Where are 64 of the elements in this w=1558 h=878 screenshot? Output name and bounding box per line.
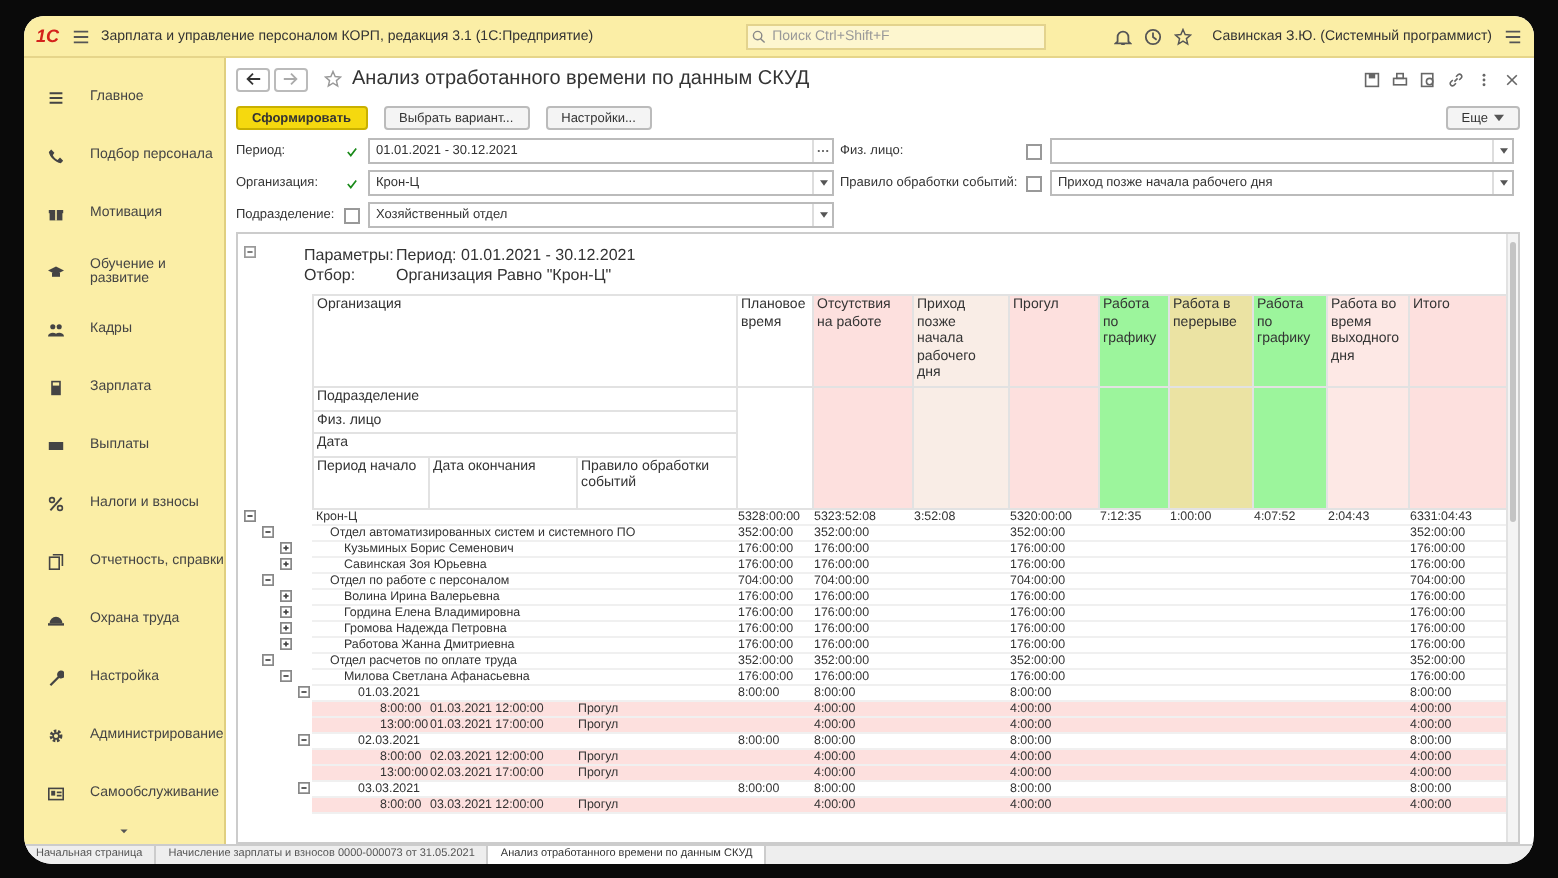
expand-icon[interactable] [280, 558, 292, 570]
collapse-icon[interactable] [262, 574, 274, 586]
arrow-left-icon [244, 70, 262, 88]
collapse-icon[interactable] [244, 510, 256, 522]
parameter-label: Параметры: [304, 246, 396, 266]
parameter-value: Организация Равно "Крон-Ц" [396, 266, 612, 286]
expand-icon[interactable] [280, 542, 292, 554]
graduation-cap-icon [48, 263, 64, 279]
people-icon [48, 321, 64, 337]
collapse-icon[interactable] [244, 246, 256, 258]
dropdown-button[interactable] [1492, 172, 1512, 194]
parameter-value: Период: 01.01.2021 - 30.12.2021 [396, 246, 636, 266]
star-icon[interactable] [324, 70, 342, 88]
calculator-icon [48, 379, 64, 395]
form-title: Анализ отработанного времени по данным СКУД [352, 68, 812, 90]
checkbox[interactable] [1026, 175, 1042, 191]
menu-icon[interactable] [1504, 27, 1522, 45]
expand-icon[interactable] [280, 606, 292, 618]
gear-icon [48, 727, 64, 743]
bell-icon[interactable] [1114, 27, 1133, 45]
parameter-label: Отбор: [304, 266, 358, 286]
percent-icon [48, 495, 64, 511]
expand-icon[interactable] [280, 638, 292, 650]
expand-icon[interactable] [280, 622, 292, 634]
collapse-icon[interactable] [298, 734, 310, 746]
dropdown-button[interactable] [812, 204, 832, 226]
caret-icon [819, 180, 827, 186]
dropdown-button[interactable] [812, 172, 832, 194]
gift-icon [48, 205, 64, 221]
arrow-right-icon [282, 70, 300, 88]
dropdown-button[interactable] [1492, 140, 1512, 162]
phone-icon [48, 147, 64, 163]
documents-icon [48, 553, 64, 569]
collapse-icon[interactable] [298, 782, 310, 794]
save-icon[interactable] [1364, 71, 1380, 87]
logo: 1С [36, 26, 60, 46]
expand-icon[interactable] [280, 590, 292, 602]
collapse-icon[interactable] [262, 526, 274, 538]
checkbox[interactable] [1026, 143, 1042, 159]
collapse-icon[interactable] [262, 654, 274, 666]
checkbox[interactable] [344, 207, 360, 223]
link-icon[interactable] [1448, 71, 1464, 87]
banknote-icon [48, 437, 64, 453]
helmet-icon [48, 611, 64, 627]
back-button[interactable] [236, 67, 270, 91]
menu-icon[interactable] [71, 27, 90, 45]
print-icon[interactable] [1392, 71, 1408, 87]
star-icon[interactable] [1174, 27, 1193, 45]
caret-icon [1494, 114, 1504, 122]
close-icon[interactable] [1504, 71, 1520, 87]
preview-icon[interactable] [1420, 71, 1436, 87]
scrollbar[interactable] [1506, 234, 1518, 842]
collapse-icon[interactable] [298, 686, 310, 698]
id-card-icon [48, 785, 64, 801]
search-icon [752, 29, 767, 43]
caret-icon [1499, 180, 1507, 186]
collapse-icon[interactable] [280, 670, 292, 682]
input-field[interactable] [1050, 138, 1514, 164]
menu-icon [48, 89, 64, 105]
history-icon[interactable] [1144, 27, 1163, 45]
caret-icon [1499, 148, 1507, 154]
caret-icon [819, 212, 827, 218]
scroll-down-icon[interactable] [118, 828, 130, 836]
wrench-icon [48, 669, 64, 685]
